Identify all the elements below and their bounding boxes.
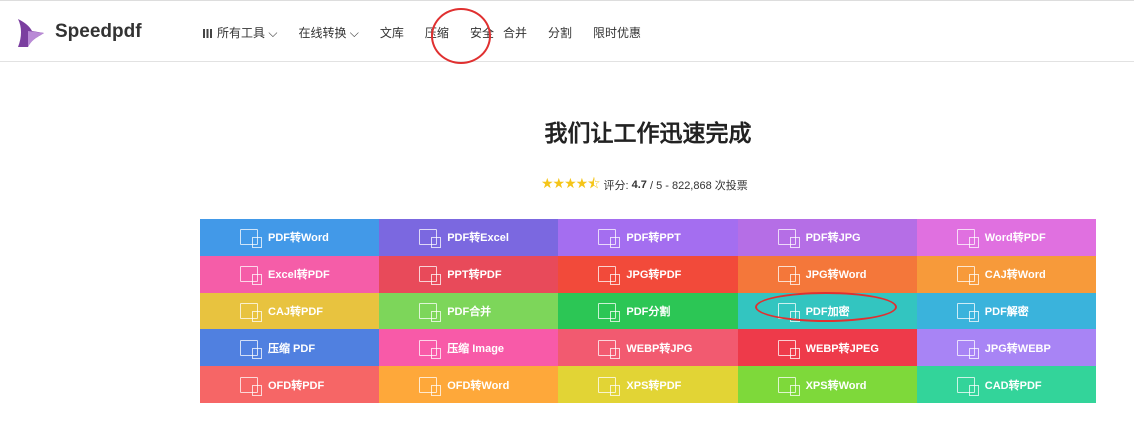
tool-label: JPG转Word (805, 269, 867, 282)
top-border (0, 0, 1134, 1)
tool-grid: PDF转Word PDF转Excel PDF转PPT PDF转JPG Word转PDF E… (200, 219, 1096, 403)
tool-tile[interactable]: PDF解密 (916, 292, 1096, 330)
page-title: 我们让工作迅速完成 (544, 120, 752, 146)
tool-tile[interactable]: PDF转Excel (379, 219, 559, 256)
tool-label: PDF转PPT (626, 232, 681, 245)
tool-tile[interactable]: PDF合并 (379, 292, 559, 330)
tool-tile[interactable]: OFD转PDF (200, 366, 380, 403)
annotation-circle (431, 8, 491, 64)
tool-tile[interactable]: WEBP转JPEG (737, 329, 917, 367)
tool-label: 压缩 Image (447, 342, 505, 355)
tool-tile[interactable]: Excel转PDF (200, 255, 380, 293)
file-convert-icon (419, 302, 442, 322)
brand-name[interactable]: Speedpdf (55, 21, 142, 43)
file-convert-icon (240, 339, 262, 359)
tool-label: XPS转PDF (626, 379, 682, 392)
speedpdf-logo-icon[interactable] (14, 17, 46, 49)
tool-tile[interactable]: 压缩 Image (379, 329, 559, 367)
file-convert-icon (419, 376, 442, 396)
tool-label: Word转PDF (984, 232, 1046, 245)
tool-tile[interactable]: OFD转Word (379, 366, 559, 403)
nav-all-tools[interactable]: 所有工具 ⌵ (203, 24, 277, 41)
tool-label: PDF转Excel (447, 232, 509, 245)
file-convert-icon (419, 339, 442, 359)
tool-label: CAD转PDF (984, 379, 1042, 392)
tool-tile[interactable]: PDF转Word (200, 219, 380, 256)
tool-tile[interactable]: XPS转PDF (558, 366, 738, 403)
tool-label: XPS转Word (805, 379, 867, 392)
annotation-circle (755, 292, 897, 322)
tool-tile[interactable]: JPG转WEBP (916, 329, 1096, 367)
tool-tile[interactable]: WEBP转JPG (558, 329, 738, 367)
tool-tile[interactable]: PDF转PPT (558, 219, 738, 256)
grid-icon (203, 29, 212, 38)
tool-label: OFD转PDF (268, 379, 325, 392)
tool-label: JPG转WEBP (984, 342, 1051, 355)
file-convert-icon (598, 339, 621, 359)
nav-library[interactable]: 文库 (380, 24, 404, 41)
tool-label: 压缩 PDF (268, 342, 316, 355)
tool-tile[interactable]: JPG转PDF (558, 255, 738, 293)
tool-label: PDF转JPG (805, 232, 861, 245)
file-convert-icon (956, 376, 979, 396)
nav-convert[interactable]: 在线转换 ⌵ (298, 24, 358, 41)
file-convert-icon (956, 229, 979, 249)
tool-tile[interactable]: PDF分割 (558, 292, 738, 330)
file-convert-icon (956, 302, 979, 322)
file-convert-icon (777, 266, 800, 286)
star-rating-icon: ★★★★⯪ (541, 175, 600, 191)
file-convert-icon (240, 266, 262, 286)
tool-tile[interactable]: 压缩 PDF (200, 329, 380, 367)
rating: ★★★★⯪ 评分: 4.7 / 5 - 822,868 次投票 (541, 173, 748, 197)
tool-label: PDF解密 (984, 305, 1029, 318)
tool-label: PPT转PDF (447, 269, 502, 282)
tool-label: WEBP转JPG (626, 342, 693, 355)
tool-tile[interactable]: JPG转Word (737, 255, 917, 293)
tool-label: PDF合并 (447, 305, 492, 318)
nav-merge[interactable]: 合并 (503, 24, 527, 41)
file-convert-icon (240, 376, 262, 396)
tool-label: PDF转Word (268, 232, 329, 245)
file-convert-icon (777, 229, 800, 249)
header: Speedpdf 所有工具 ⌵ 在线转换 ⌵ 文库 压缩 安全 合并 分割 限时… (0, 2, 1134, 62)
file-convert-icon (419, 266, 442, 286)
file-convert-icon (419, 229, 442, 249)
file-convert-icon (240, 229, 262, 249)
nav-split[interactable]: 分割 (548, 24, 572, 41)
tool-tile[interactable]: XPS转Word (737, 366, 917, 403)
tool-tile[interactable]: CAD转PDF (916, 366, 1096, 403)
nav-promo[interactable]: 限时优惠 (593, 24, 641, 41)
tool-label: JPG转PDF (626, 269, 682, 282)
tool-tile[interactable]: PPT转PDF (379, 255, 559, 293)
file-convert-icon (777, 376, 800, 396)
file-convert-icon (956, 266, 979, 286)
tool-label: PDF分割 (626, 305, 671, 318)
tool-label: WEBP转JPEG (805, 342, 879, 355)
tool-tile[interactable]: CAJ转Word (916, 255, 1096, 293)
file-convert-icon (598, 376, 621, 396)
tool-label: Excel转PDF (268, 269, 330, 282)
file-convert-icon (598, 302, 621, 322)
file-convert-icon (777, 339, 800, 359)
tool-tile[interactable]: CAJ转PDF (200, 292, 380, 330)
tool-label: OFD转Word (447, 379, 510, 392)
tool-label: CAJ转PDF (268, 305, 324, 318)
tool-tile[interactable]: Word转PDF (916, 219, 1096, 256)
file-convert-icon (598, 266, 621, 286)
file-convert-icon (956, 339, 979, 359)
tool-label: CAJ转Word (984, 269, 1046, 282)
file-convert-icon (598, 229, 621, 249)
file-convert-icon (240, 302, 262, 322)
tool-tile[interactable]: PDF转JPG (737, 219, 917, 256)
